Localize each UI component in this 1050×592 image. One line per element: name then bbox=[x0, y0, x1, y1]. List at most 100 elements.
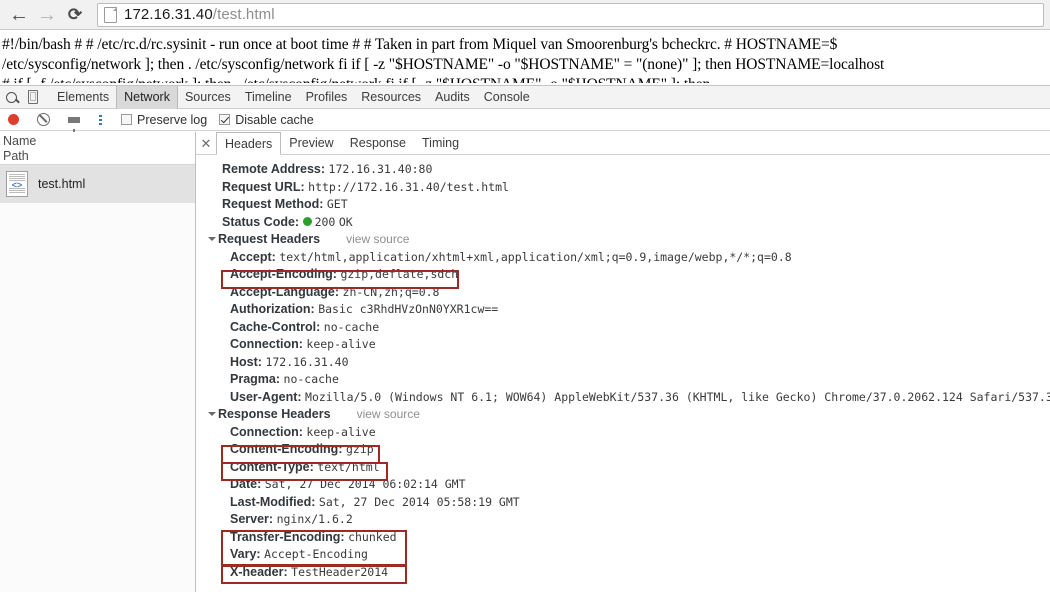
tab-headers[interactable]: Headers bbox=[216, 132, 282, 155]
network-list-empty-area bbox=[0, 203, 195, 592]
request-header-host: Host: 172.16.31.40 bbox=[210, 354, 1050, 372]
header-value: gzip,deflate,sdch bbox=[340, 267, 459, 281]
response-headers-section-title[interactable]: Response Headers view source bbox=[208, 406, 1050, 424]
response-header-x-header: X-header: TestHeader2014 bbox=[210, 564, 1050, 582]
document-icon bbox=[104, 6, 117, 23]
tab-network[interactable]: Network bbox=[116, 85, 178, 109]
tab-console[interactable]: Console bbox=[477, 86, 537, 109]
browser-toolbar: ← → ⟳ 172.16.31.40/test.html bbox=[0, 0, 1050, 30]
header-name: Accept: bbox=[230, 249, 276, 264]
header-value: Sat, 27 Dec 2014 06:02:14 GMT bbox=[264, 477, 466, 491]
filter-icon[interactable] bbox=[68, 116, 80, 134]
status-code-text: OK bbox=[338, 214, 353, 229]
header-value: chunked bbox=[348, 529, 397, 544]
preserve-log-checkbox[interactable] bbox=[121, 114, 132, 125]
back-button[interactable]: ← bbox=[5, 1, 33, 29]
preserve-log-option[interactable]: Preserve log bbox=[121, 113, 207, 127]
page-text-line-2: /etc/sysconfig/network ]; then . /etc/sy… bbox=[2, 56, 885, 73]
tab-timing[interactable]: Timing bbox=[414, 133, 467, 154]
list-view-icon[interactable] bbox=[99, 114, 111, 125]
page-text-line-1: #!/bin/bash # # /etc/rc.d/rc.sysinit - r… bbox=[2, 36, 838, 53]
search-icon[interactable] bbox=[0, 86, 22, 108]
section-label: Response Headers bbox=[218, 407, 331, 421]
response-header-date: Date: Sat, 27 Dec 2014 06:02:14 GMT bbox=[210, 476, 1050, 494]
detail-tabbar: ✕ Headers Preview Response Timing bbox=[196, 132, 1050, 155]
header-value: GET bbox=[326, 197, 348, 211]
header-value: gzip bbox=[345, 442, 374, 456]
header-name: Last-Modified: bbox=[230, 494, 316, 509]
header-value: zh-CN,zh;q=0.8 bbox=[342, 284, 440, 299]
header-value: text/html,application/xhtml+xml,applicat… bbox=[279, 249, 792, 264]
view-source-link[interactable]: view source bbox=[346, 232, 409, 246]
header-name: Connection: bbox=[230, 424, 303, 439]
devtools-tabbar: Elements Network Sources Timeline Profil… bbox=[0, 85, 1050, 109]
response-header-last-modified: Last-Modified: Sat, 27 Dec 2014 05:58:19… bbox=[210, 494, 1050, 512]
html-file-icon: <> bbox=[6, 171, 28, 197]
network-request-name: test.html bbox=[38, 177, 86, 191]
response-header-server: Server: nginx/1.6.2 bbox=[210, 511, 1050, 529]
general-row-request-url: Request URL: http://172.16.31.40/test.ht… bbox=[210, 179, 1050, 197]
tab-resources[interactable]: Resources bbox=[354, 86, 428, 109]
clear-icon[interactable] bbox=[37, 113, 50, 126]
devtools-panel: Elements Network Sources Timeline Profil… bbox=[0, 85, 1050, 592]
header-name: Authorization: bbox=[230, 302, 315, 316]
header-value: Sat, 27 Dec 2014 05:58:19 GMT bbox=[318, 494, 520, 509]
forward-button[interactable]: → bbox=[33, 1, 61, 29]
tab-response[interactable]: Response bbox=[342, 133, 414, 154]
page-text-line-3: # if [ -f /etc/sysconfig/network ]; then… bbox=[2, 75, 1050, 83]
tab-timeline[interactable]: Timeline bbox=[238, 86, 299, 109]
tab-preview[interactable]: Preview bbox=[281, 133, 341, 154]
header-name: Content-Encoding: bbox=[230, 442, 343, 456]
request-header-cache-control: Cache-Control: no-cache bbox=[210, 319, 1050, 337]
request-header-authorization: Authorization: Basic c3RhdHVzOnN0YXR1cw=… bbox=[210, 301, 1050, 319]
address-bar-url: 172.16.31.40/test.html bbox=[124, 6, 275, 23]
header-value: Mozilla/5.0 (Windows NT 6.1; WOW64) Appl… bbox=[305, 389, 1050, 404]
disable-cache-option[interactable]: Disable cache bbox=[219, 113, 314, 127]
header-value: text/html bbox=[317, 459, 380, 474]
devtools-tabs: Elements Network Sources Timeline Profil… bbox=[50, 85, 537, 109]
header-value: 172.16.31.40:80 bbox=[328, 162, 433, 176]
tab-elements[interactable]: Elements bbox=[50, 86, 116, 109]
header-value: keep-alive bbox=[306, 337, 376, 351]
request-header-connection: Connection: keep-alive bbox=[210, 336, 1050, 354]
section-label: Request Headers bbox=[218, 232, 321, 246]
tab-profiles[interactable]: Profiles bbox=[299, 86, 355, 109]
tab-audits[interactable]: Audits bbox=[428, 86, 477, 109]
general-row-remote-address: Remote Address: 172.16.31.40:80 bbox=[210, 161, 1050, 179]
response-header-connection: Connection: keep-alive bbox=[210, 424, 1050, 442]
tab-sources[interactable]: Sources bbox=[178, 86, 238, 109]
request-detail-pane: ✕ Headers Preview Response Timing Remote… bbox=[196, 132, 1050, 592]
request-headers-section-title[interactable]: Request Headers view source bbox=[208, 231, 1050, 249]
device-toolbar-icon[interactable] bbox=[22, 86, 44, 108]
chevron-down-icon[interactable] bbox=[208, 411, 216, 416]
address-bar[interactable]: 172.16.31.40/test.html bbox=[97, 2, 1044, 27]
header-value: no-cache bbox=[323, 319, 380, 334]
header-name: User-Agent: bbox=[230, 389, 302, 404]
header-name: Accept-Language: bbox=[230, 284, 340, 299]
header-name: Date: bbox=[230, 477, 262, 491]
request-header-accept-encoding: Accept-Encoding: gzip,deflate,sdch bbox=[210, 266, 1050, 284]
reload-button[interactable]: ⟳ bbox=[61, 1, 89, 29]
header-value: TestHeader2014 bbox=[291, 564, 389, 579]
general-row-status-code: Status Code: 200 OK bbox=[210, 214, 1050, 232]
close-icon[interactable]: ✕ bbox=[196, 132, 216, 155]
disable-cache-checkbox[interactable] bbox=[219, 114, 231, 125]
chevron-down-icon[interactable] bbox=[208, 236, 216, 241]
column-header-name[interactable]: Name bbox=[3, 134, 195, 149]
network-list-header: Name Path bbox=[0, 132, 195, 165]
general-row-request-method: Request Method: GET bbox=[210, 196, 1050, 214]
header-name: Transfer-Encoding: bbox=[230, 529, 345, 544]
url-host: 172.16.31.40 bbox=[124, 6, 213, 23]
record-icon[interactable] bbox=[8, 114, 19, 125]
header-value: Basic c3RhdHVzOnN0YXR1cw== bbox=[318, 302, 499, 316]
header-name: Vary: bbox=[230, 547, 261, 561]
status-code-value: 200 bbox=[314, 214, 336, 229]
headers-pane: Remote Address: 172.16.31.40:80 Request … bbox=[196, 155, 1050, 592]
header-name: Accept-Encoding: bbox=[230, 267, 337, 281]
network-request-row-test-html[interactable]: <> test.html bbox=[0, 165, 195, 203]
column-header-path[interactable]: Path bbox=[3, 149, 195, 164]
header-name: Status Code: bbox=[222, 214, 300, 229]
response-header-content-encoding: Content-Encoding: gzip bbox=[210, 441, 1050, 459]
view-source-link[interactable]: view source bbox=[357, 407, 420, 421]
header-name: Connection: bbox=[230, 337, 303, 351]
